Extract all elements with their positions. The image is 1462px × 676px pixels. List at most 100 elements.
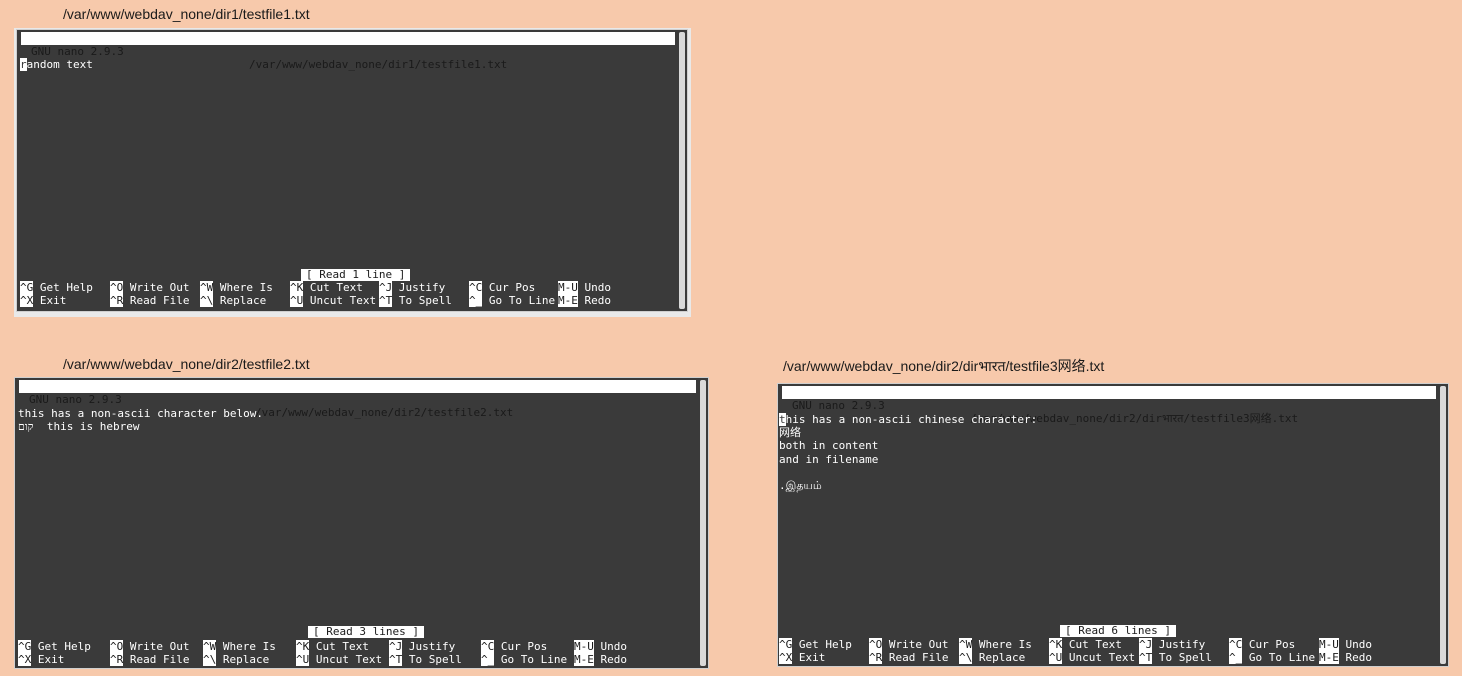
shortcut-key: ^O: [110, 640, 124, 653]
nano-version: GNU nano 2.9.3: [792, 399, 885, 412]
scrollbar[interactable]: [679, 32, 685, 309]
shortcut-label: Read File: [888, 651, 949, 665]
shortcut-uncut-text[interactable]: ^U Uncut Text: [296, 653, 382, 667]
shortcut-undo[interactable]: M-U Undo: [574, 640, 627, 653]
shortcut-get-help[interactable]: ^G Get Help: [779, 638, 852, 651]
shortcut-to-spell[interactable]: ^T To Spell: [379, 294, 452, 308]
shortcut-label: Cut Text: [309, 281, 363, 294]
shortcut-cut-text[interactable]: ^K Cut Text: [296, 640, 369, 653]
nano-version: GNU nano 2.9.3: [31, 45, 124, 58]
shortcut-cur-pos[interactable]: ^C Cur Pos: [469, 281, 535, 294]
nano-title-bar: GNU nano 2.9.3 /var/www/webdav_none/dir2…: [19, 380, 696, 419]
text-area[interactable]: this has a non-ascii character below. קום…: [18, 407, 263, 433]
shortcut-get-help[interactable]: ^G Get Help: [18, 640, 91, 653]
shortcut-label: Cur Pos: [500, 640, 548, 653]
shortcut-label: Cut Text: [315, 640, 369, 653]
shortcut-key: ^U: [296, 653, 310, 667]
shortcut-to-spell[interactable]: ^T To Spell: [1139, 651, 1212, 665]
shortcut-where-is[interactable]: ^W Where Is: [203, 640, 276, 653]
nano-editor-testfile2[interactable]: GNU nano 2.9.3 /var/www/webdav_none/dir2…: [14, 377, 709, 669]
shortcut-write-out[interactable]: ^O Write Out: [110, 281, 189, 294]
shortcut-key: ^J: [1139, 638, 1153, 651]
nano-editor-testfile1[interactable]: GNU nano 2.9.3 /var/www/webdav_none/dir1…: [16, 29, 688, 312]
shortcut-redo[interactable]: M-E Redo: [558, 294, 612, 308]
shortcut-label: Undo: [1345, 638, 1373, 651]
shortcut-undo[interactable]: M-U Undo: [1319, 638, 1372, 651]
shortcut-cur-pos[interactable]: ^C Cur Pos: [1229, 638, 1295, 651]
shortcut-label: Uncut Text: [309, 294, 377, 308]
shortcut-key: ^_: [469, 294, 483, 308]
shortcut-key: ^J: [379, 281, 393, 294]
caption-testfile2: /var/www/webdav_none/dir2/testfile2.txt: [63, 356, 310, 372]
shortcut-key: M-U: [1319, 638, 1339, 651]
shortcut-get-help[interactable]: ^G Get Help: [20, 281, 93, 294]
shortcut-label: Redo: [584, 294, 612, 308]
shortcut-key: ^R: [110, 294, 124, 308]
shortcut-replace[interactable]: ^\ Replace: [959, 651, 1026, 665]
scrollbar[interactable]: [1440, 386, 1446, 664]
text-line: .இதயம்: [779, 479, 822, 492]
shortcut-exit[interactable]: ^X Exit: [20, 294, 66, 308]
shortcut-redo[interactable]: M-E Redo: [1319, 651, 1372, 665]
shortcut-key: ^G: [20, 281, 34, 294]
shortcut-label: Where Is: [978, 638, 1032, 651]
shortcut-replace[interactable]: ^\ Replace: [203, 653, 269, 667]
shortcut-key: ^W: [203, 640, 217, 653]
nano-editor-testfile3[interactable]: GNU nano 2.9.3 /var/www/webdav_none/dir2…: [777, 383, 1449, 667]
nano-version: GNU nano 2.9.3: [29, 393, 122, 406]
shortcut-write-out[interactable]: ^O Write Out: [110, 640, 189, 653]
text-line: קום this is hebrew: [18, 420, 140, 434]
shortcut-uncut-text[interactable]: ^U Uncut Text: [290, 294, 377, 308]
shortcut-key: ^T: [1139, 651, 1153, 665]
shortcut-key: ^C: [1229, 638, 1243, 651]
text-area[interactable]: random text: [20, 58, 93, 71]
shortcut-key: ^X: [20, 294, 34, 308]
nano-title-bar: GNU nano 2.9.3 /var/www/webdav_none/dir1…: [21, 32, 675, 71]
shortcut-cut-text[interactable]: ^K Cut Text: [1049, 638, 1122, 651]
shortcut-key: ^\: [959, 651, 973, 665]
shortcut-exit[interactable]: ^X Exit: [18, 653, 64, 667]
shortcut-replace[interactable]: ^\ Replace: [200, 294, 266, 308]
shortcut-key: ^X: [779, 651, 793, 665]
shortcut-label: To Spell: [408, 653, 462, 667]
nano-title-bar: GNU nano 2.9.3 /var/www/webdav_none/dir2…: [782, 386, 1436, 425]
shortcut-to-spell[interactable]: ^T To Spell: [389, 653, 462, 667]
shortcut-go-to-line[interactable]: ^_ Go To Line: [469, 294, 555, 308]
shortcut-justify[interactable]: ^J Justify: [1139, 638, 1205, 651]
shortcut-label: Replace: [978, 651, 1026, 665]
shortcut-uncut-text[interactable]: ^U Uncut Text: [1049, 651, 1136, 665]
shortcut-redo[interactable]: M-E Redo: [574, 653, 627, 667]
status-message: [ Read 3 lines ]: [308, 626, 424, 638]
shortcut-key: ^U: [290, 294, 304, 308]
shortcut-label: Uncut Text: [1068, 651, 1136, 665]
shortcut-key: ^K: [1049, 638, 1063, 651]
shortcut-label: Cur Pos: [1248, 638, 1296, 651]
shortcut-exit[interactable]: ^X Exit: [779, 651, 825, 665]
text-line: and in filename: [779, 452, 879, 466]
shortcut-read-file[interactable]: ^R Read File: [110, 653, 190, 667]
shortcut-read-file[interactable]: ^R Read File: [869, 651, 949, 665]
shortcut-justify[interactable]: ^J Justify: [379, 281, 445, 294]
text-area[interactable]: this has a non-ascii chinese character: 网…: [779, 413, 1037, 492]
text-line: his has a non-ascii chinese character:: [785, 413, 1038, 426]
scrollbar[interactable]: [700, 380, 706, 666]
shortcut-key: ^W: [200, 281, 214, 294]
shortcut-cur-pos[interactable]: ^C Cur Pos: [481, 640, 547, 653]
shortcut-key: ^K: [290, 281, 304, 294]
shortcut-label: Write Out: [129, 640, 190, 653]
text-line: both in content: [779, 439, 879, 453]
shortcut-where-is[interactable]: ^W Where Is: [959, 638, 1032, 651]
shortcut-key: ^U: [1049, 651, 1063, 665]
shortcut-undo[interactable]: M-U Undo: [558, 281, 611, 294]
shortcut-go-to-line[interactable]: ^_ Go To Line: [481, 653, 567, 667]
shortcut-write-out[interactable]: ^O Write Out: [869, 638, 948, 651]
shortcut-go-to-line[interactable]: ^_ Go To Line: [1229, 651, 1315, 665]
shortcut-cut-text[interactable]: ^K Cut Text: [290, 281, 363, 294]
shortcut-label: Cur Pos: [488, 281, 536, 294]
shortcut-label: Read File: [129, 653, 190, 667]
shortcut-where-is[interactable]: ^W Where Is: [200, 281, 273, 294]
shortcut-read-file[interactable]: ^R Read File: [110, 294, 189, 308]
status-message: [ Read 6 lines ]: [1060, 625, 1176, 637]
shortcut-justify[interactable]: ^J Justify: [389, 640, 455, 653]
shortcut-key: ^X: [18, 653, 32, 667]
